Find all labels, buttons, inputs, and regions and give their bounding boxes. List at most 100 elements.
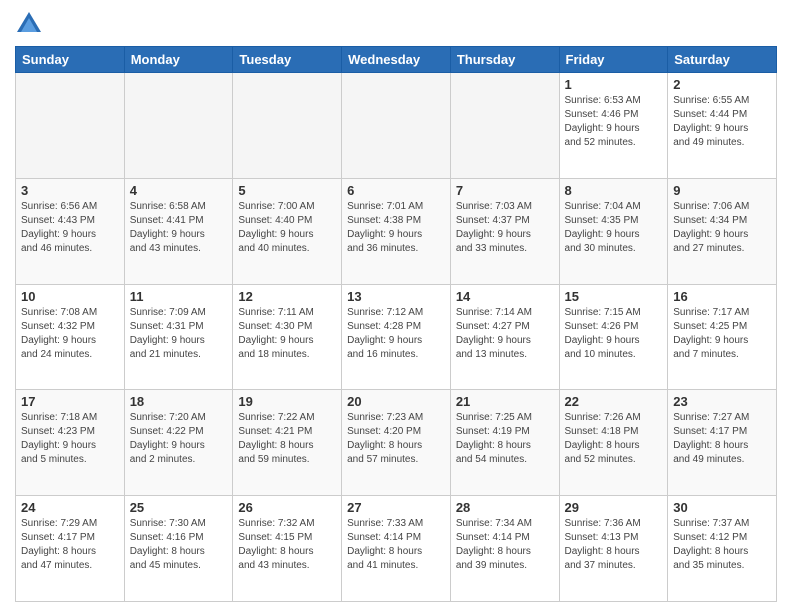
day-number: 4 bbox=[130, 183, 228, 198]
calendar-header-row: SundayMondayTuesdayWednesdayThursdayFrid… bbox=[16, 47, 777, 73]
calendar-week-3: 17Sunrise: 7:18 AM Sunset: 4:23 PM Dayli… bbox=[16, 390, 777, 496]
day-detail: Sunrise: 7:20 AM Sunset: 4:22 PM Dayligh… bbox=[130, 411, 228, 467]
calendar-table: SundayMondayTuesdayWednesdayThursdayFrid… bbox=[15, 46, 777, 602]
day-detail: Sunrise: 7:26 AM Sunset: 4:18 PM Dayligh… bbox=[565, 411, 663, 467]
calendar-cell: 11Sunrise: 7:09 AM Sunset: 4:31 PM Dayli… bbox=[124, 284, 233, 390]
day-number: 13 bbox=[347, 289, 445, 304]
calendar-cell: 26Sunrise: 7:32 AM Sunset: 4:15 PM Dayli… bbox=[233, 496, 342, 602]
day-detail: Sunrise: 7:12 AM Sunset: 4:28 PM Dayligh… bbox=[347, 306, 445, 362]
weekday-header-saturday: Saturday bbox=[668, 47, 777, 73]
day-number: 18 bbox=[130, 394, 228, 409]
page: SundayMondayTuesdayWednesdayThursdayFrid… bbox=[0, 0, 792, 612]
weekday-header-wednesday: Wednesday bbox=[342, 47, 451, 73]
calendar-cell: 24 Sunrise: 7:29 AM Sunset: 4:17 PM Dayli… bbox=[16, 496, 125, 602]
day-detail: Sunrise: 7:30 AM Sunset: 4:16 PM Dayligh… bbox=[130, 517, 228, 573]
day-detail: Sunrise: 7:14 AM Sunset: 4:27 PM Dayligh… bbox=[456, 306, 554, 362]
logo-icon bbox=[15, 10, 43, 38]
calendar-cell: 28 Sunrise: 7:34 AM Sunset: 4:14 PM Dayli… bbox=[450, 496, 559, 602]
weekday-header-thursday: Thursday bbox=[450, 47, 559, 73]
calendar-cell: 22 Sunrise: 7:26 AM Sunset: 4:18 PM Dayli… bbox=[559, 390, 668, 496]
day-number: 27 bbox=[347, 500, 445, 515]
day-detail: Sunrise: 7:04 AM Sunset: 4:35 PM Dayligh… bbox=[565, 200, 663, 256]
calendar-cell: 4 Sunrise: 6:58 AM Sunset: 4:41 PM Daylig… bbox=[124, 178, 233, 284]
calendar-cell: 8 Sunrise: 7:04 AM Sunset: 4:35 PM Daylig… bbox=[559, 178, 668, 284]
day-detail: Sunrise: 6:55 AM Sunset: 4:44 PM Dayligh… bbox=[673, 94, 771, 150]
day-number: 29 bbox=[565, 500, 663, 515]
day-detail: Sunrise: 7:11 AM Sunset: 4:30 PM Dayligh… bbox=[238, 306, 336, 362]
day-detail: Sunrise: 7:34 AM Sunset: 4:14 PM Dayligh… bbox=[456, 517, 554, 573]
day-detail: Sunrise: 6:58 AM Sunset: 4:41 PM Dayligh… bbox=[130, 200, 228, 256]
day-detail: Sunrise: 7:00 AM Sunset: 4:40 PM Dayligh… bbox=[238, 200, 336, 256]
calendar-cell: 10Sunrise: 7:08 AM Sunset: 4:32 PM Dayli… bbox=[16, 284, 125, 390]
calendar-cell: 15 Sunrise: 7:15 AM Sunset: 4:26 PM Dayli… bbox=[559, 284, 668, 390]
calendar-cell: 23 Sunrise: 7:27 AM Sunset: 4:17 PM Dayli… bbox=[668, 390, 777, 496]
day-number: 1 bbox=[565, 77, 663, 92]
logo bbox=[15, 10, 45, 38]
day-number: 22 bbox=[565, 394, 663, 409]
day-number: 14 bbox=[456, 289, 554, 304]
calendar-cell: 16 Sunrise: 7:17 AM Sunset: 4:25 PM Dayli… bbox=[668, 284, 777, 390]
day-detail: Sunrise: 7:23 AM Sunset: 4:20 PM Dayligh… bbox=[347, 411, 445, 467]
day-number: 9 bbox=[673, 183, 771, 198]
calendar-cell: 25 Sunrise: 7:30 AM Sunset: 4:16 PM Dayli… bbox=[124, 496, 233, 602]
day-number: 19 bbox=[238, 394, 336, 409]
day-detail: Sunrise: 7:09 AM Sunset: 4:31 PM Dayligh… bbox=[130, 306, 228, 362]
day-number: 25 bbox=[130, 500, 228, 515]
day-number: 28 bbox=[456, 500, 554, 515]
calendar-cell: 20 Sunrise: 7:23 AM Sunset: 4:20 PM Dayli… bbox=[342, 390, 451, 496]
calendar-cell: 1 Sunrise: 6:53 AM Sunset: 4:46 PM Daylig… bbox=[559, 73, 668, 179]
day-detail: Sunrise: 7:22 AM Sunset: 4:21 PM Dayligh… bbox=[238, 411, 336, 467]
day-detail: Sunrise: 7:15 AM Sunset: 4:26 PM Dayligh… bbox=[565, 306, 663, 362]
day-detail: Sunrise: 7:32 AM Sunset: 4:15 PM Dayligh… bbox=[238, 517, 336, 573]
weekday-header-monday: Monday bbox=[124, 47, 233, 73]
day-detail: Sunrise: 7:36 AM Sunset: 4:13 PM Dayligh… bbox=[565, 517, 663, 573]
calendar-cell bbox=[16, 73, 125, 179]
header bbox=[15, 10, 777, 38]
calendar-cell: 14 Sunrise: 7:14 AM Sunset: 4:27 PM Dayli… bbox=[450, 284, 559, 390]
day-detail: Sunrise: 7:25 AM Sunset: 4:19 PM Dayligh… bbox=[456, 411, 554, 467]
day-detail: Sunrise: 6:53 AM Sunset: 4:46 PM Dayligh… bbox=[565, 94, 663, 150]
calendar-cell: 12Sunrise: 7:11 AM Sunset: 4:30 PM Dayli… bbox=[233, 284, 342, 390]
day-number: 2 bbox=[673, 77, 771, 92]
day-detail: Sunrise: 7:06 AM Sunset: 4:34 PM Dayligh… bbox=[673, 200, 771, 256]
day-number: 24 bbox=[21, 500, 119, 515]
calendar-week-4: 24 Sunrise: 7:29 AM Sunset: 4:17 PM Dayli… bbox=[16, 496, 777, 602]
day-number: 20 bbox=[347, 394, 445, 409]
calendar-cell: 5 Sunrise: 7:00 AM Sunset: 4:40 PM Daylig… bbox=[233, 178, 342, 284]
day-detail: Sunrise: 7:33 AM Sunset: 4:14 PM Dayligh… bbox=[347, 517, 445, 573]
day-number: 10 bbox=[21, 289, 119, 304]
day-detail: Sunrise: 7:03 AM Sunset: 4:37 PM Dayligh… bbox=[456, 200, 554, 256]
weekday-header-sunday: Sunday bbox=[16, 47, 125, 73]
day-detail: Sunrise: 6:56 AM Sunset: 4:43 PM Dayligh… bbox=[21, 200, 119, 256]
day-number: 15 bbox=[565, 289, 663, 304]
day-detail: Sunrise: 7:27 AM Sunset: 4:17 PM Dayligh… bbox=[673, 411, 771, 467]
day-number: 21 bbox=[456, 394, 554, 409]
calendar-cell: 29 Sunrise: 7:36 AM Sunset: 4:13 PM Dayli… bbox=[559, 496, 668, 602]
day-detail: Sunrise: 7:18 AM Sunset: 4:23 PM Dayligh… bbox=[21, 411, 119, 467]
calendar-cell: 13 Sunrise: 7:12 AM Sunset: 4:28 PM Dayli… bbox=[342, 284, 451, 390]
day-number: 8 bbox=[565, 183, 663, 198]
day-number: 23 bbox=[673, 394, 771, 409]
calendar-cell: 18 Sunrise: 7:20 AM Sunset: 4:22 PM Dayli… bbox=[124, 390, 233, 496]
calendar-week-1: 3 Sunrise: 6:56 AM Sunset: 4:43 PM Daylig… bbox=[16, 178, 777, 284]
calendar-cell: 2 Sunrise: 6:55 AM Sunset: 4:44 PM Daylig… bbox=[668, 73, 777, 179]
day-detail: Sunrise: 7:01 AM Sunset: 4:38 PM Dayligh… bbox=[347, 200, 445, 256]
calendar-cell: 7Sunrise: 7:03 AM Sunset: 4:37 PM Daylig… bbox=[450, 178, 559, 284]
day-detail: Sunrise: 7:29 AM Sunset: 4:17 PM Dayligh… bbox=[21, 517, 119, 573]
day-number: 5 bbox=[238, 183, 336, 198]
calendar-cell bbox=[233, 73, 342, 179]
calendar-cell: 21 Sunrise: 7:25 AM Sunset: 4:19 PM Dayli… bbox=[450, 390, 559, 496]
day-detail: Sunrise: 7:17 AM Sunset: 4:25 PM Dayligh… bbox=[673, 306, 771, 362]
day-number: 16 bbox=[673, 289, 771, 304]
calendar-cell: 27 Sunrise: 7:33 AM Sunset: 4:14 PM Dayli… bbox=[342, 496, 451, 602]
calendar-week-2: 10Sunrise: 7:08 AM Sunset: 4:32 PM Dayli… bbox=[16, 284, 777, 390]
weekday-header-tuesday: Tuesday bbox=[233, 47, 342, 73]
day-detail: Sunrise: 7:37 AM Sunset: 4:12 PM Dayligh… bbox=[673, 517, 771, 573]
day-number: 3 bbox=[21, 183, 119, 198]
calendar-cell bbox=[450, 73, 559, 179]
calendar-cell: 6Sunrise: 7:01 AM Sunset: 4:38 PM Daylig… bbox=[342, 178, 451, 284]
calendar-cell: 3 Sunrise: 6:56 AM Sunset: 4:43 PM Daylig… bbox=[16, 178, 125, 284]
day-number: 30 bbox=[673, 500, 771, 515]
calendar-cell: 30 Sunrise: 7:37 AM Sunset: 4:12 PM Dayli… bbox=[668, 496, 777, 602]
calendar-cell: 9 Sunrise: 7:06 AM Sunset: 4:34 PM Daylig… bbox=[668, 178, 777, 284]
